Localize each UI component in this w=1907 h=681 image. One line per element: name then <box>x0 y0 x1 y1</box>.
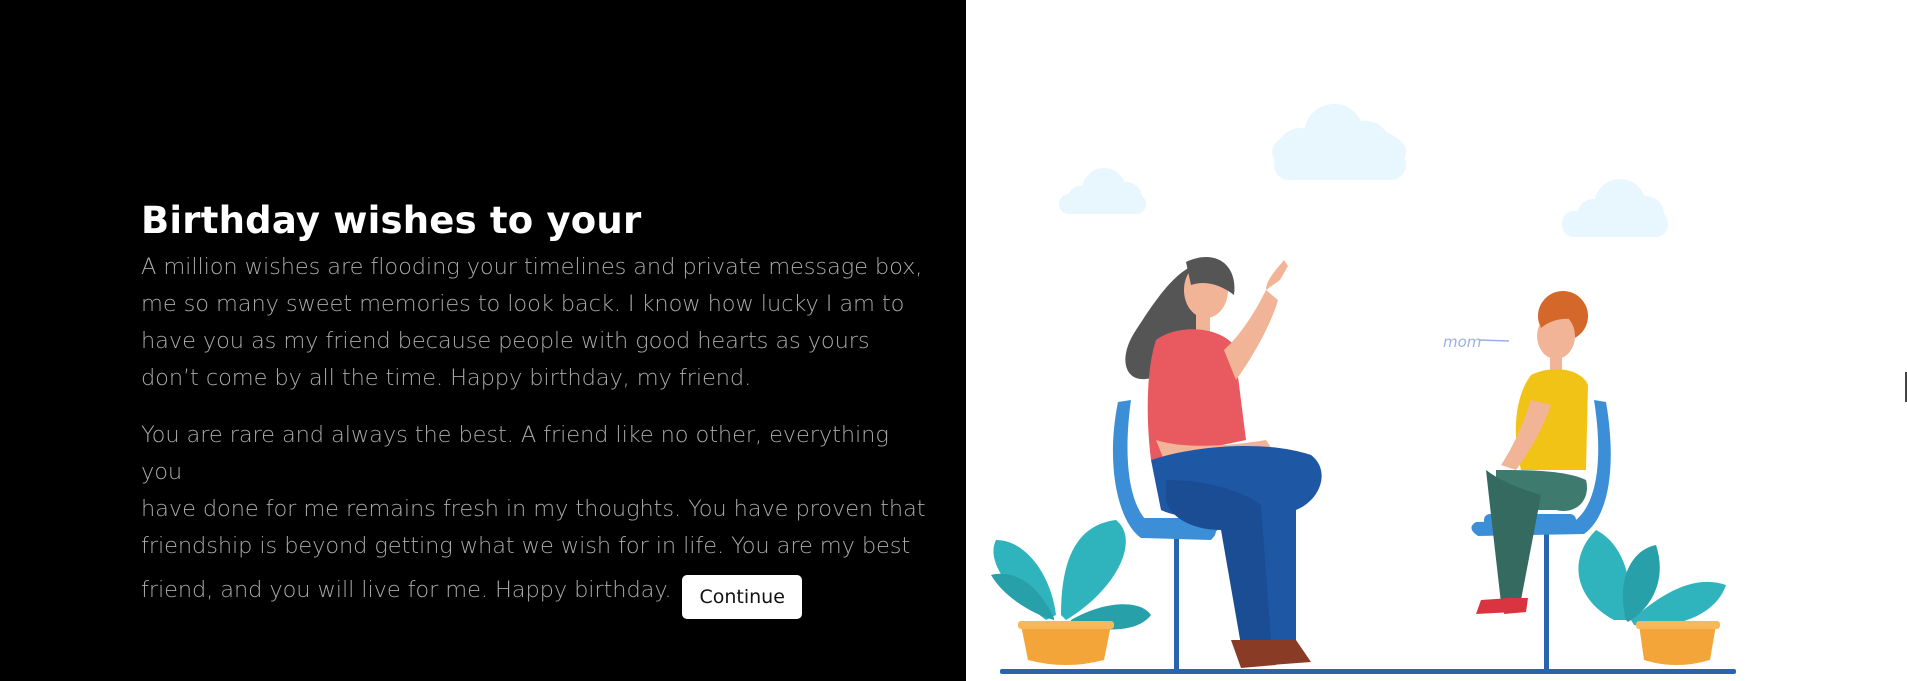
paragraph-2-line-4: friend, and you will live for me. Happy … <box>141 577 672 603</box>
page-title: Birthday wishes to your <box>141 199 642 242</box>
cloud-icon <box>1562 179 1668 237</box>
text-panel: Birthday wishes to your A million wishes… <box>0 0 966 681</box>
paragraph-2-line-3: friendship is beyond getting what we wis… <box>141 533 911 559</box>
paragraph-2-line-1: You are rare and always the best. A frie… <box>141 422 889 485</box>
conversation-illustration: mom <box>991 104 1736 674</box>
woman-figure <box>1125 257 1322 668</box>
page-edge <box>1762 0 1907 681</box>
paragraph-2-line-2: have done for me remains fresh in my tho… <box>141 496 926 522</box>
floor-line <box>1000 669 1736 674</box>
cloud-icon <box>1272 104 1406 180</box>
text-content: Birthday wishes to your A million wishes… <box>141 197 931 619</box>
boy-figure <box>1476 291 1588 614</box>
speech-text: mom <box>1443 333 1481 351</box>
potted-plant-icon <box>1578 530 1726 665</box>
paragraph-1: A million wishes are flooding your timel… <box>141 254 923 391</box>
continue-button[interactable]: Continue <box>682 574 802 619</box>
potted-plant-icon <box>991 520 1151 665</box>
illustration-panel: mom <box>966 0 1762 681</box>
paragraph-2: You are rare and always the best. A frie… <box>141 417 931 619</box>
speech-dash <box>1478 339 1510 342</box>
cloud-icon <box>1059 168 1146 214</box>
